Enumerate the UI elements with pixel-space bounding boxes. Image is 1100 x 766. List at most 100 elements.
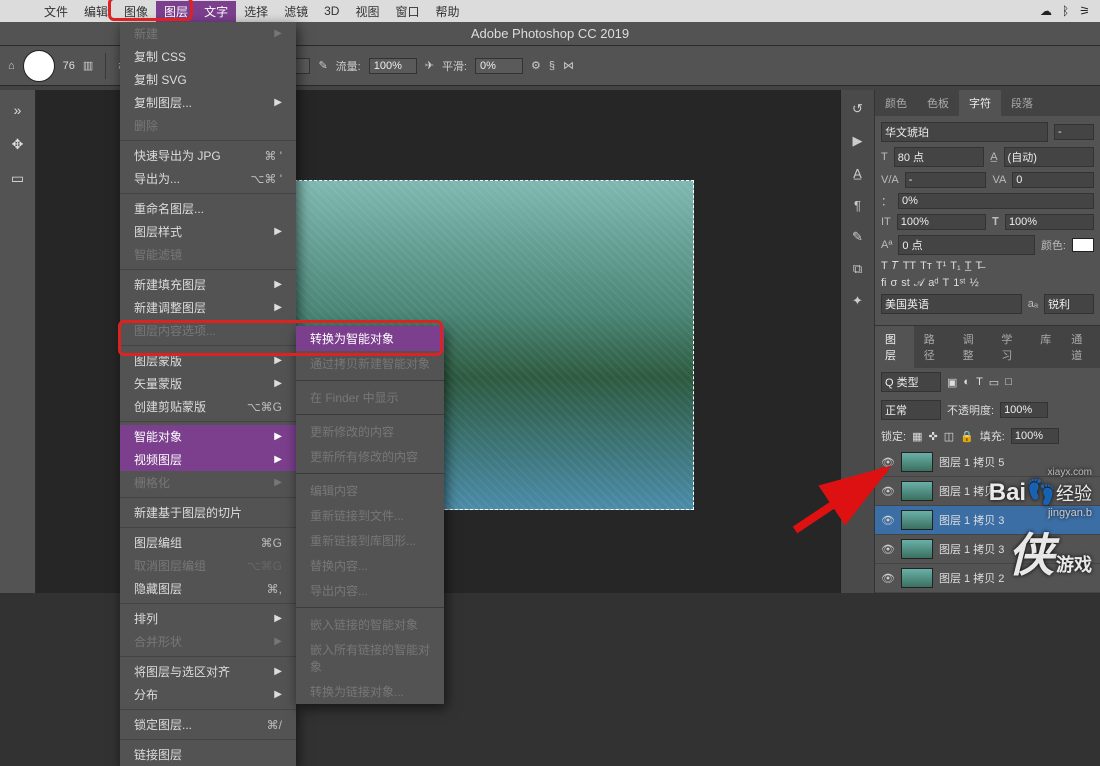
tab-swatch[interactable]: 色板 [917, 90, 959, 116]
menu-select[interactable]: 选择 [236, 1, 276, 22]
font-family-select[interactable]: 华文琥珀 [881, 122, 1048, 142]
settings-icon[interactable]: ✦ [847, 290, 869, 312]
tab-channels[interactable]: 通道 [1061, 326, 1100, 368]
lock-artboard-icon[interactable]: ◫ [944, 430, 954, 443]
kerning-input[interactable]: - [905, 172, 987, 188]
layer-thumbnail[interactable] [901, 539, 933, 559]
lock-pixels-icon[interactable]: ▦ [912, 430, 922, 443]
lock-all-icon[interactable]: 🔒 [960, 430, 974, 443]
leading-input[interactable]: (自动) [1004, 147, 1094, 167]
blend-mode-layers[interactable]: 正常 [881, 400, 941, 420]
superscript-icon[interactable]: T¹ [936, 260, 946, 273]
menuitem-复制图层...[interactable]: 复制图层...▶ [120, 91, 296, 114]
font-style-select[interactable]: - [1054, 124, 1094, 140]
subscript-icon[interactable]: T₁ [950, 260, 960, 273]
history-icon[interactable]: ↺ [847, 98, 869, 120]
play-icon[interactable]: ▶ [847, 130, 869, 152]
smallcaps-icon[interactable]: Tᴛ [920, 260, 932, 273]
menu-edit[interactable]: 编辑 [76, 1, 116, 22]
menuitem-分布[interactable]: 分布▶ [120, 683, 296, 706]
para-panel-icon[interactable]: ¶ [847, 194, 869, 216]
tab-paths[interactable]: 路径 [914, 326, 953, 368]
menuitem-图层编组[interactable]: 图层编组⌘G [120, 531, 296, 554]
menuitem-新建基于图层的切片[interactable]: 新建基于图层的切片 [120, 501, 296, 524]
menuitem-图层蒙版[interactable]: 图层蒙版▶ [120, 349, 296, 372]
menuitem-将图层与选区对齐[interactable]: 将图层与选区对齐▶ [120, 660, 296, 683]
allcaps-icon[interactable]: TT [903, 260, 916, 273]
brush-size[interactable]: 76 [63, 60, 75, 72]
layer-thumbnail[interactable] [901, 510, 933, 530]
airbrush-icon[interactable]: ✈ [425, 59, 434, 72]
strike-icon[interactable]: T̶ [975, 260, 982, 273]
tab-library[interactable]: 库 [1030, 326, 1061, 368]
baseline-input[interactable]: 0 点 [898, 235, 1035, 255]
menu-file[interactable]: 文件 [36, 1, 76, 22]
menuitem-新建调整图层[interactable]: 新建调整图层▶ [120, 296, 296, 319]
type-color-swatch[interactable] [1072, 238, 1094, 252]
butterfly-icon[interactable]: ⋈ [563, 59, 574, 72]
tab-character[interactable]: 字符 [959, 90, 1001, 116]
gear-icon[interactable]: ⚙ [531, 59, 541, 72]
fill-input[interactable]: 100% [1011, 428, 1059, 444]
lock-position-icon[interactable]: ✜ [928, 430, 937, 443]
char-panel-icon[interactable]: A̲ [847, 162, 869, 184]
tab-layers[interactable]: 图层 [875, 326, 914, 368]
font-size-input[interactable]: 80 点 [894, 147, 984, 167]
menu-view[interactable]: 视图 [347, 1, 387, 22]
menu-3d[interactable]: 3D [316, 2, 347, 20]
smooth-select[interactable]: 0% [475, 58, 523, 74]
menuitem-创建剪贴蒙版[interactable]: 创建剪贴蒙版⌥⌘G [120, 395, 296, 418]
tab-adjust[interactable]: 调整 [953, 326, 992, 368]
visibility-icon[interactable]: 👁 [881, 543, 895, 556]
menuitem-导出为...[interactable]: 导出为...⌥⌘ ' [120, 167, 296, 190]
filter-image-icon[interactable]: ▣ [947, 376, 957, 389]
layer-opacity-input[interactable]: 100% [1000, 402, 1048, 418]
menuitem-隐藏图层[interactable]: 隐藏图层⌘, [120, 577, 296, 600]
hscale-input[interactable]: 100% [1005, 214, 1094, 230]
menu-filter[interactable]: 滤镜 [276, 1, 316, 22]
menuitem-图层样式[interactable]: 图层样式▶ [120, 220, 296, 243]
symmetry-icon[interactable]: § [549, 60, 555, 72]
submenuitem-转换为智能对象[interactable]: 转换为智能对象 [296, 326, 444, 351]
vscale-input[interactable]: 100% [897, 214, 986, 230]
menuitem-复制 SVG[interactable]: 复制 SVG [120, 68, 296, 91]
menu-help[interactable]: 帮助 [427, 1, 467, 22]
brush-settings-icon[interactable]: ▥ [83, 59, 93, 72]
menuitem-快速导出为 JPG[interactable]: 快速导出为 JPG⌘ ' [120, 144, 296, 167]
tracking-input[interactable]: 0 [1012, 172, 1094, 188]
antialias-select[interactable]: 锐利 [1044, 294, 1094, 314]
tab-color[interactable]: 颜色 [875, 90, 917, 116]
tsume-input[interactable]: 0% [898, 193, 1094, 209]
menu-type[interactable]: 文字 [196, 1, 236, 22]
tab-paragraph[interactable]: 段落 [1001, 90, 1043, 116]
marquee-tool-icon[interactable]: ▭ [4, 164, 32, 192]
menu-window[interactable]: 窗口 [387, 1, 427, 22]
menuitem-新建填充图层[interactable]: 新建填充图层▶ [120, 273, 296, 296]
layer-thumbnail[interactable] [901, 481, 933, 501]
menuitem-排列[interactable]: 排列▶ [120, 607, 296, 630]
menuitem-视频图层[interactable]: 视频图层▶ [120, 448, 296, 471]
filter-type-icon[interactable]: T [976, 376, 983, 388]
brush-preview[interactable] [23, 50, 55, 82]
arrow-tool-icon[interactable]: » [4, 96, 32, 124]
menuitem-重命名图层...[interactable]: 重命名图层... [120, 197, 296, 220]
language-select[interactable]: 美国英语 [881, 294, 1022, 314]
menuitem-智能对象[interactable]: 智能对象▶ [120, 425, 296, 448]
bold-icon[interactable]: T [881, 260, 888, 273]
pressure-opacity-icon[interactable]: ✎ [318, 59, 327, 72]
italic-icon[interactable]: 𝑇 [892, 260, 899, 273]
menuitem-复制 CSS[interactable]: 复制 CSS [120, 45, 296, 68]
tab-learn[interactable]: 学习 [991, 326, 1030, 368]
filter-adjust-icon[interactable]: ◐ [963, 376, 970, 388]
home-icon[interactable]: ⌂ [8, 60, 15, 72]
filter-smart-icon[interactable]: □ [1005, 376, 1012, 388]
menu-image[interactable]: 图像 [116, 1, 156, 22]
layer-thumbnail[interactable] [901, 568, 933, 588]
underline-icon[interactable]: T̲ [965, 260, 972, 273]
clone-panel-icon[interactable]: ⧉ [847, 258, 869, 280]
menu-layer[interactable]: 图层 [156, 1, 196, 22]
move-tool-icon[interactable]: ✥ [4, 130, 32, 158]
menuitem-锁定图层...[interactable]: 锁定图层...⌘/ [120, 713, 296, 736]
filter-shape-icon[interactable]: ▭ [989, 376, 999, 389]
layer-filter-kind[interactable]: Q 类型 [881, 372, 941, 392]
